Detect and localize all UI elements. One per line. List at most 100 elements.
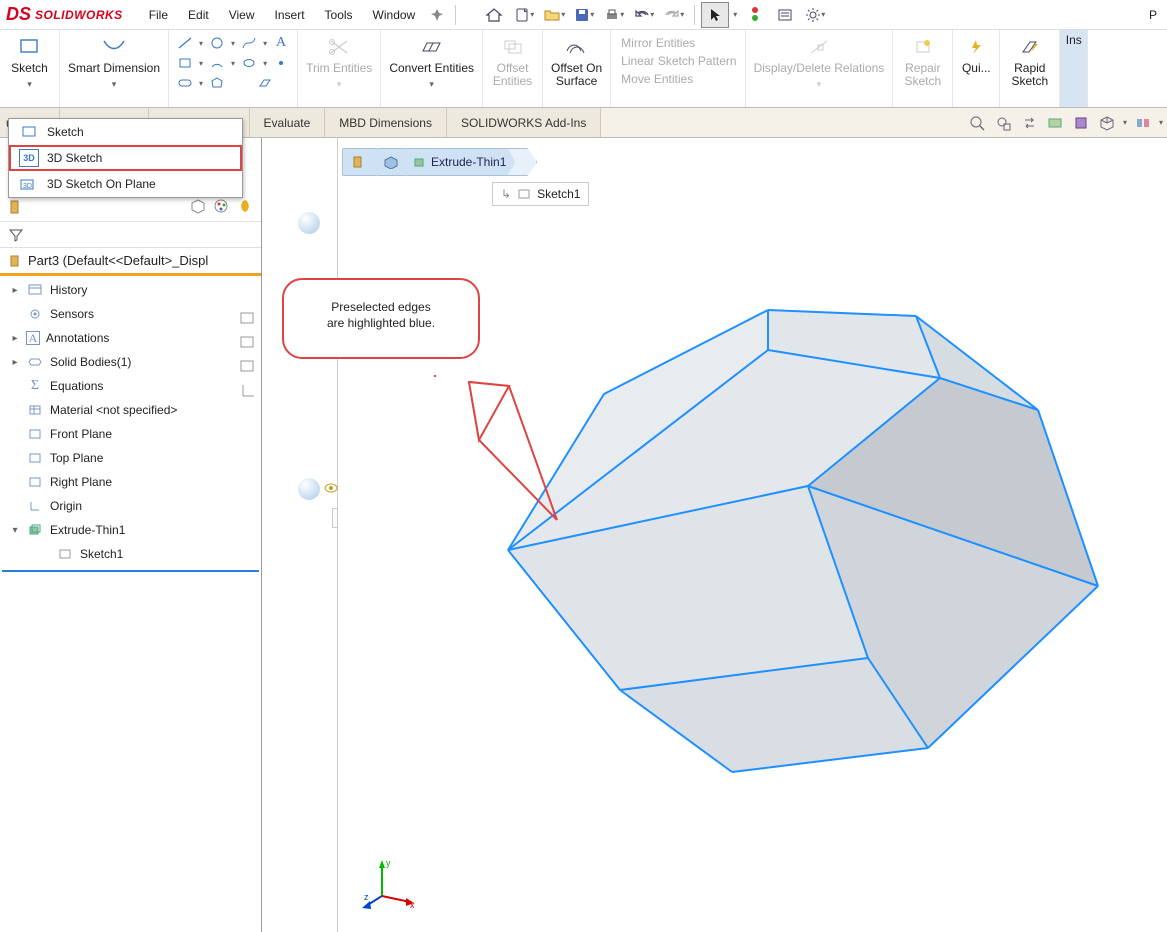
- chevron-down-icon[interactable]: ▾: [27, 79, 32, 90]
- fm-tab-icon[interactable]: [6, 198, 24, 216]
- menu-window[interactable]: Window: [365, 4, 424, 26]
- chevron-down-icon[interactable]: ▾: [337, 79, 342, 90]
- appearances-tab-icon[interactable]: [213, 198, 231, 216]
- print-icon[interactable]: ▾: [600, 2, 628, 28]
- view-orientation-icon[interactable]: [1097, 113, 1117, 133]
- graphics-area[interactable]: Extrude-Thin1 ↳ Sketch1: [262, 138, 1167, 932]
- menu-edit[interactable]: Edit: [180, 4, 217, 26]
- undo-icon[interactable]: ▾: [630, 2, 658, 28]
- linear-pattern[interactable]: Linear Sketch Pattern: [621, 54, 736, 68]
- part-icon: [6, 253, 22, 269]
- select-cursor-icon[interactable]: [701, 2, 729, 28]
- tree-equations[interactable]: ΣEquations: [0, 374, 261, 398]
- chevron-down-icon[interactable]: ▾: [112, 79, 117, 90]
- tree-material[interactable]: Material <not specified>: [0, 398, 261, 422]
- tree-solid-bodies[interactable]: ▸Solid Bodies(1): [0, 350, 261, 374]
- tree-sketch1[interactable]: Sketch1: [0, 542, 261, 566]
- menu-item-3d-sketch-on-plane[interactable]: 3D 3D Sketch On Plane: [9, 171, 242, 197]
- appearance-ball-icon[interactable]: [298, 478, 320, 500]
- rollback-bar[interactable]: [2, 570, 259, 572]
- mirror-entities[interactable]: Mirror Entities: [621, 36, 736, 50]
- polygon-icon[interactable]: [207, 74, 227, 92]
- pan-icon[interactable]: [1019, 113, 1039, 133]
- sketch-group[interactable]: Sketch ▾: [0, 30, 60, 107]
- repair-group[interactable]: Repair Sketch: [893, 30, 953, 107]
- tree-history[interactable]: ▸History: [0, 278, 261, 302]
- tab-mbd[interactable]: MBD Dimensions: [325, 108, 447, 137]
- menu-item-sketch[interactable]: Sketch: [9, 119, 242, 145]
- tree-origin[interactable]: Origin: [0, 494, 261, 518]
- rect-icon[interactable]: [175, 54, 195, 72]
- traffic-light-icon[interactable]: [741, 2, 769, 28]
- pin-icon[interactable]: [423, 2, 451, 28]
- form-icon[interactable]: [771, 2, 799, 28]
- callout-line1: Preselected edges: [300, 300, 462, 316]
- chevron-down-icon[interactable]: ▾: [817, 79, 822, 90]
- offset-surface-group[interactable]: Offset On Surface: [543, 30, 611, 107]
- feature-tree-title[interactable]: Part3 (Default<<Default>_Displ: [0, 248, 261, 276]
- 3d-sketch-icon: 3D: [19, 149, 39, 167]
- point-icon[interactable]: [271, 54, 291, 72]
- menu-insert[interactable]: Insert: [267, 4, 313, 26]
- circle-icon[interactable]: [207, 34, 227, 52]
- ellipse-icon[interactable]: [239, 54, 259, 72]
- offset-surface-label: Offset On Surface: [551, 62, 602, 88]
- quick-group[interactable]: Qui...: [953, 30, 1000, 107]
- offset-label: Offset Entities: [493, 62, 532, 88]
- tree-top-plane[interactable]: Top Plane: [0, 446, 261, 470]
- tree-sensors[interactable]: Sensors: [0, 302, 261, 326]
- callout-line2: are highlighted blue.: [300, 316, 462, 332]
- menu-view[interactable]: View: [221, 4, 263, 26]
- rapid-group[interactable]: Rapid Sketch: [1000, 30, 1060, 107]
- text-icon[interactable]: A: [271, 34, 291, 52]
- relations-group[interactable]: Display/Delete Relations ▾: [746, 30, 894, 107]
- menu-file[interactable]: File: [141, 4, 176, 26]
- redo-icon[interactable]: ▾: [660, 2, 688, 28]
- new-file-icon[interactable]: ▾: [510, 2, 538, 28]
- gear-icon[interactable]: ▾: [801, 2, 829, 28]
- slot-icon[interactable]: [175, 74, 195, 92]
- trim-group[interactable]: Trim Entities ▾: [298, 30, 381, 107]
- menu-tools[interactable]: Tools: [317, 4, 361, 26]
- origin-sc-icon[interactable]: [239, 382, 257, 400]
- plane-icon[interactable]: [255, 74, 275, 92]
- tab-addins[interactable]: SOLIDWORKS Add-Ins: [447, 108, 601, 137]
- filter-icon[interactable]: [8, 228, 24, 242]
- open-file-icon[interactable]: ▾: [540, 2, 568, 28]
- section-icon[interactable]: [1045, 113, 1065, 133]
- zoom-fit-icon[interactable]: [967, 113, 987, 133]
- move-entities[interactable]: Move Entities: [621, 72, 736, 86]
- tree-right-plane[interactable]: Right Plane: [0, 470, 261, 494]
- tree-extrude[interactable]: ▾Extrude-Thin1: [0, 518, 261, 542]
- display-style-icon[interactable]: [1071, 113, 1091, 133]
- display-tab-icon[interactable]: [237, 198, 255, 216]
- model-view[interactable]: [338, 138, 1158, 918]
- arc-icon[interactable]: [207, 54, 227, 72]
- plane-sc-icon[interactable]: [239, 358, 257, 376]
- smart-dimension-group[interactable]: Smart Dimension ▾: [60, 30, 169, 107]
- spline-icon[interactable]: [239, 34, 259, 52]
- separator: [694, 5, 695, 25]
- hide-show-icon[interactable]: [1133, 113, 1153, 133]
- line-icon[interactable]: [175, 34, 195, 52]
- smart-dimension-label: Smart Dimension: [68, 62, 160, 75]
- zoom-area-icon[interactable]: [993, 113, 1013, 133]
- appearance-ball-icon[interactable]: [298, 212, 320, 234]
- save-icon[interactable]: ▾: [570, 2, 598, 28]
- tree-annotations[interactable]: ▸AAnnotations: [0, 326, 261, 350]
- chevron-down-icon[interactable]: ▾: [429, 79, 434, 90]
- app-logo: DS SOLIDWORKS: [6, 4, 123, 25]
- tree-front-plane[interactable]: Front Plane: [0, 422, 261, 446]
- plane-sc-icon[interactable]: [239, 334, 257, 352]
- menu-item-3d-sketch[interactable]: 3D 3D Sketch: [9, 145, 242, 171]
- convert-group[interactable]: Convert Entities ▾: [381, 30, 483, 107]
- ins-group[interactable]: Ins: [1060, 30, 1088, 107]
- plane-sc-icon[interactable]: [239, 310, 257, 328]
- eye-icon[interactable]: [324, 481, 338, 495]
- config-tab-icon[interactable]: [189, 198, 207, 216]
- view-triad[interactable]: y x z: [362, 856, 418, 912]
- sketch-flyout-menu: Sketch 3D 3D Sketch 3D 3D Sketch On Plan…: [8, 118, 243, 198]
- offset-entities-group[interactable]: Offset Entities: [483, 30, 543, 107]
- tab-evaluate[interactable]: Evaluate: [250, 108, 326, 137]
- home-icon[interactable]: [480, 2, 508, 28]
